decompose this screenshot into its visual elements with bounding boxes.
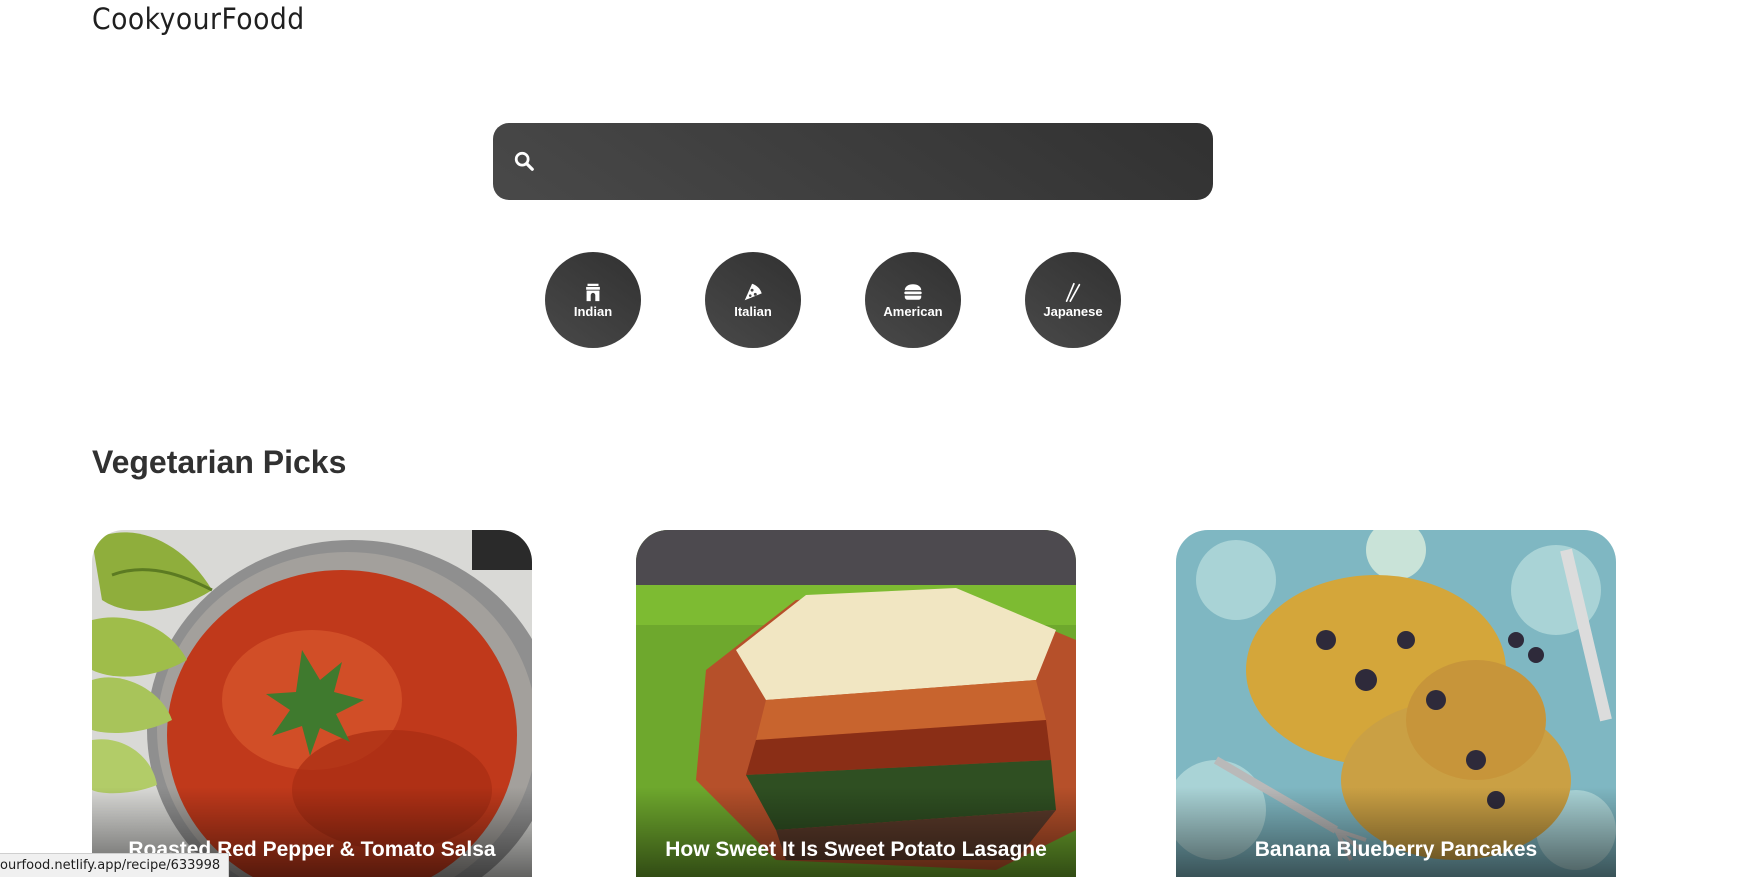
cuisine-label: Italian xyxy=(734,304,772,319)
search-input[interactable] xyxy=(551,123,1195,202)
recipe-card[interactable]: How Sweet It Is Sweet Potato Lasagne xyxy=(636,530,1076,877)
status-url-text: ourfood.netlify.app/recipe/633998 xyxy=(0,858,221,873)
recipe-title: How Sweet It Is Sweet Potato Lasagne xyxy=(665,838,1047,861)
pizza-icon xyxy=(744,283,762,301)
cuisine-japanese-button[interactable]: Japanese xyxy=(1025,252,1121,348)
card-overlay xyxy=(1176,787,1616,877)
cuisine-label: Japanese xyxy=(1043,304,1103,319)
burger-icon xyxy=(904,284,922,300)
app-logo[interactable]: CookyourFoodd xyxy=(92,2,305,36)
cuisine-list: Indian Italian American Japanese xyxy=(545,252,1121,348)
cuisine-label: American xyxy=(883,304,943,319)
recipe-title: Banana Blueberry Pancakes xyxy=(1254,838,1538,861)
cuisine-american-button[interactable]: American xyxy=(865,252,961,348)
card-overlay xyxy=(636,787,1076,877)
recipe-card[interactable]: Banana Blueberry Pancakes xyxy=(1176,530,1616,877)
section-title: Vegetarian Picks xyxy=(92,444,347,480)
cuisine-label: Indian xyxy=(573,304,613,319)
search-bar xyxy=(493,123,1213,202)
cuisine-indian-button[interactable]: Indian xyxy=(545,252,641,348)
search-icon xyxy=(514,151,534,171)
india-gate-icon xyxy=(586,283,600,302)
cuisine-italian-button[interactable]: Italian xyxy=(705,252,801,348)
chopsticks-icon xyxy=(1065,282,1081,302)
status-bar-url: ourfood.netlify.app/recipe/633998 xyxy=(0,853,230,877)
recipe-card[interactable]: Roasted Red Pepper & Tomato Salsa xyxy=(92,530,532,877)
